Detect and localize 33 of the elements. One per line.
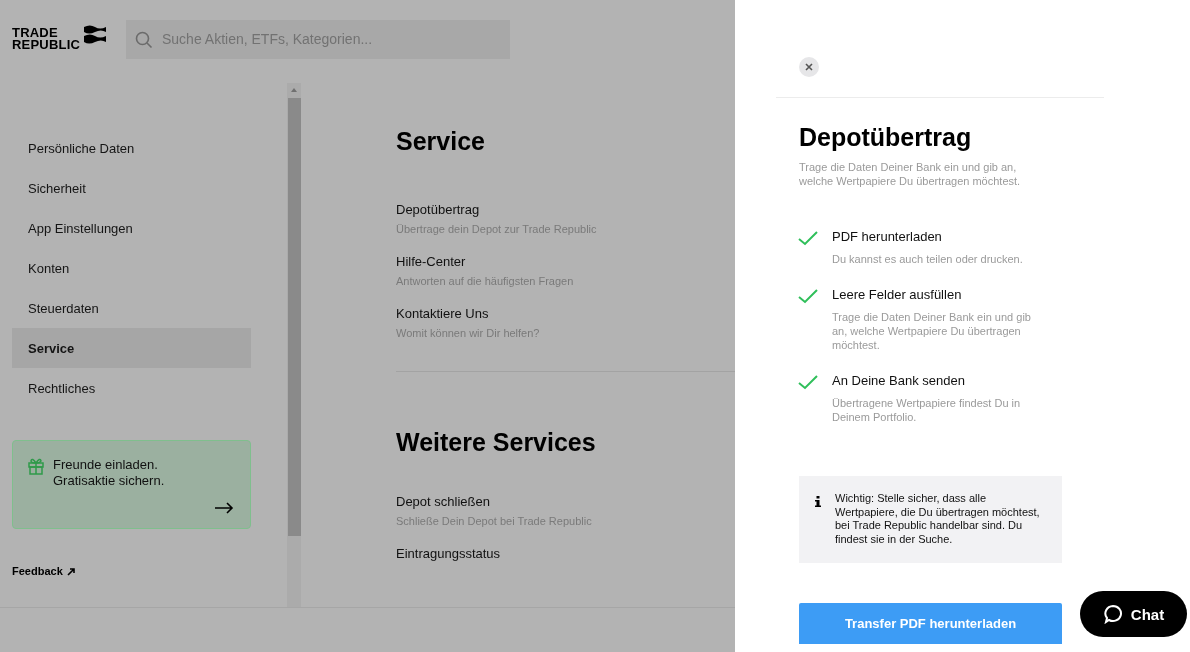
service-entry[interactable]: Hilfe-Center Antworten auf die häufigsten Fragen <box>396 253 574 289</box>
step-description: Trage die Daten Deiner Bank ein und gib an, welche Wertpapiere Du übertragen möchtest. <box>832 310 1032 352</box>
panel-intro: Trage die Daten Deiner Bank ein und gib an, welche Wertpapiere Du übertragen möchtest. <box>799 160 1022 188</box>
external-link-icon <box>66 566 76 576</box>
info-icon <box>815 496 821 507</box>
logo[interactable]: TRADE REPUBLIC <box>12 27 126 51</box>
speech-bubble-icon <box>1102 604 1123 624</box>
sidebar-item[interactable]: Service <box>12 328 251 368</box>
sidebar-item[interactable]: Steuerdaten <box>12 288 251 328</box>
gift-icon <box>27 457 45 475</box>
chat-button[interactable]: Chat <box>1080 591 1187 637</box>
step-description: Übertragene Wertpapiere findest Du in Deinem Portfolio. <box>832 396 1022 424</box>
step-description: Du kannst es auch teilen oder drucken. <box>832 252 1024 266</box>
sidebar-item[interactable]: Sicherheit <box>12 168 251 208</box>
section-heading: Weitere Services <box>396 427 597 457</box>
sidebar-item[interactable]: Konten <box>12 248 251 288</box>
step-title: PDF herunterladen <box>832 228 943 245</box>
close-icon <box>805 63 813 71</box>
info-text: Wichtig: Stelle sicher, dass alle Wertpapiere, die Du übertragen möchtest, bei Trade Republic handelbar sind. Du findest sie in der Suche. <box>835 492 1040 547</box>
scrollbar[interactable] <box>287 83 301 607</box>
step-title: An Deine Bank senden <box>832 372 966 389</box>
section-heading: Service <box>396 126 486 156</box>
promo-card[interactable]: Freunde einladen. Gratisaktie sichern. <box>12 440 251 529</box>
feedback-link[interactable]: Feedback <box>12 565 76 577</box>
sidebar-item[interactable]: Rechtliches <box>12 368 251 408</box>
panel-heading: Depotübertrag <box>799 122 973 152</box>
sidebar-item[interactable]: App Einstellungen <box>12 208 251 248</box>
arrow-right-icon <box>214 502 234 514</box>
close-button[interactable] <box>799 57 819 77</box>
step-title: Leere Felder ausfüllen <box>832 286 963 303</box>
service-entry[interactable]: Eintragungsstatus <box>396 545 501 562</box>
sidebar-item[interactable]: Persönliche Daten <box>12 128 251 168</box>
promo-text: Freunde einladen. Gratisaktie sichern. <box>53 457 166 489</box>
